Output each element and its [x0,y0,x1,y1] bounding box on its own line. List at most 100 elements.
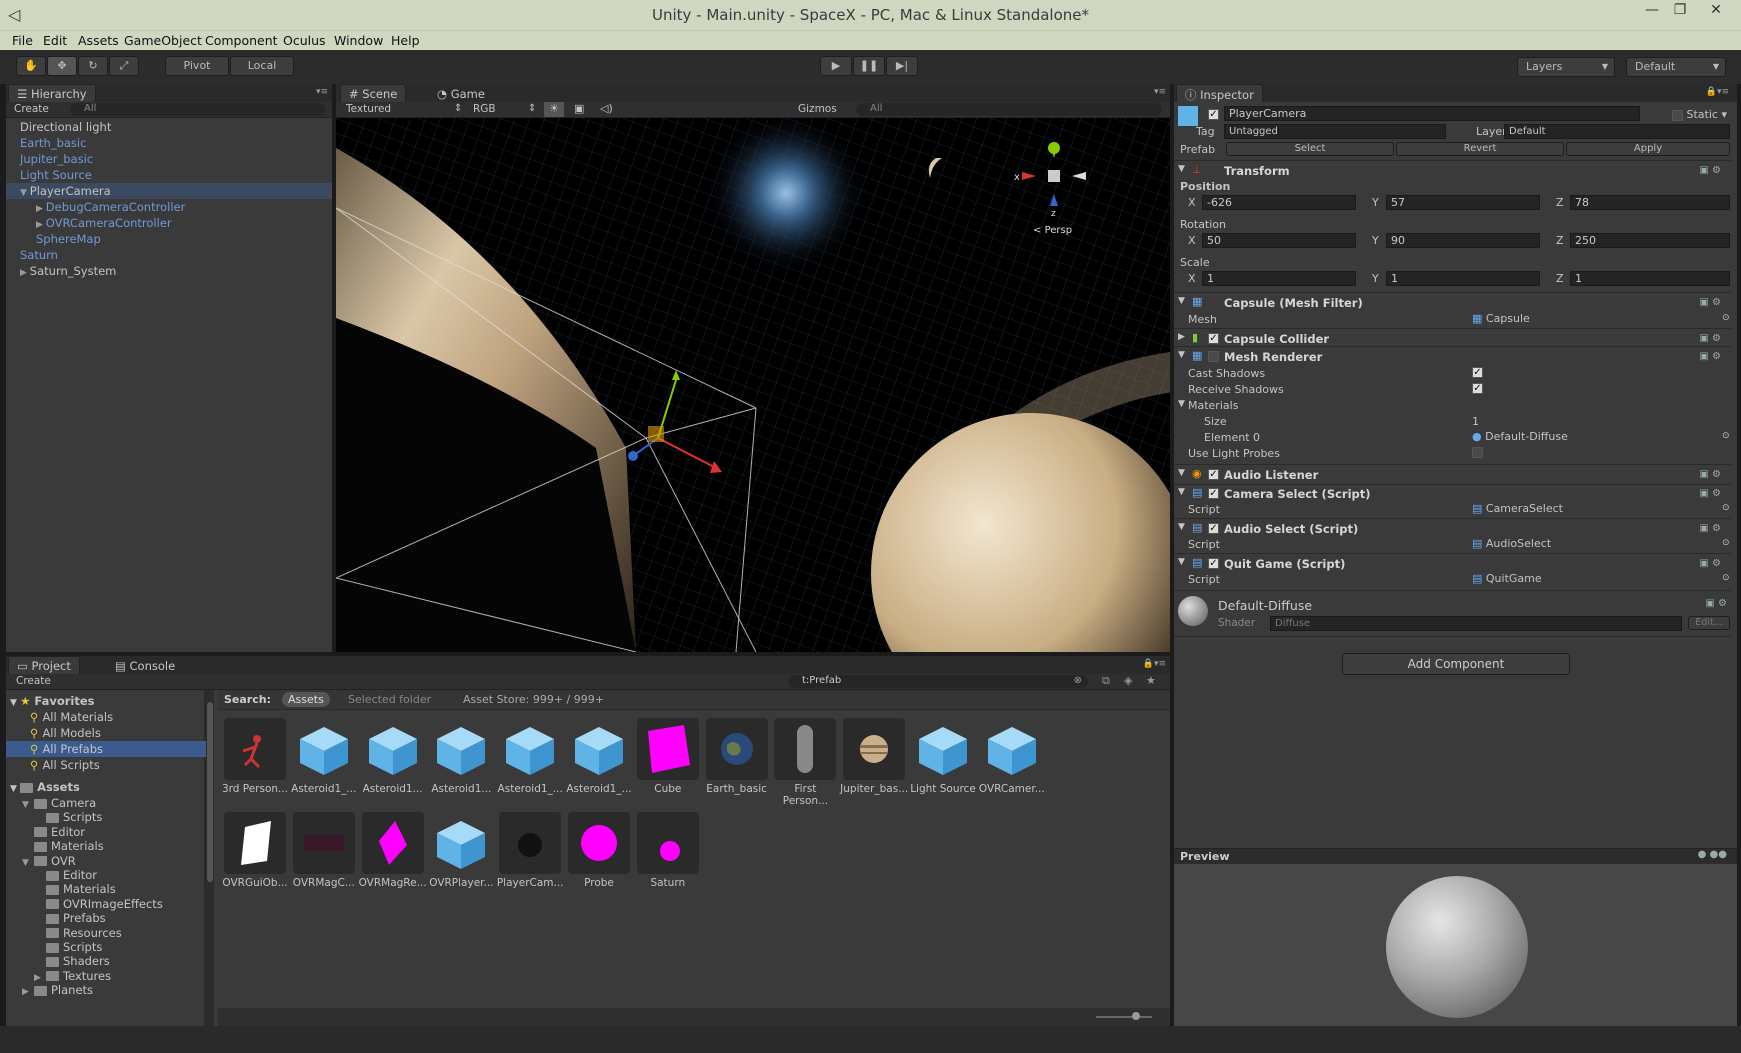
asset-item[interactable]: Asteroid1_... [495,718,565,795]
gear-icon[interactable]: ▣ ⚙ [1699,523,1721,534]
materials-expand[interactable]: ▼ [1178,399,1185,409]
shader-dropdown[interactable]: Diffuse [1270,616,1682,631]
hierarchy-item[interactable]: Jupiter_basic [20,152,93,166]
expand-arrow-icon[interactable]: ▶ [34,973,46,983]
asset-item[interactable]: Earth_basic [702,718,772,795]
project-create-dropdown[interactable]: Create [16,675,51,687]
asset-item[interactable]: First Person... [770,718,840,807]
menu-file[interactable]: File [12,33,33,48]
expand-arrow-icon[interactable]: ▼ [20,188,30,198]
folder-item[interactable]: Materials [34,882,116,896]
step-button[interactable]: ▶| [886,56,918,76]
asset-item[interactable]: Asteroid1... [358,718,428,795]
size-field[interactable]: 1 [1472,415,1479,428]
asset-item[interactable]: Probe [564,812,634,889]
object-name-field[interactable]: PlayerCamera [1224,106,1640,121]
hierarchy-item[interactable]: Saturn [20,248,58,262]
lighting-toggle[interactable]: ☀ [544,102,564,117]
asset-item[interactable]: OVRPlayer... [426,812,496,889]
menu-window[interactable]: Window [334,33,383,48]
gear-icon[interactable]: ▣ ⚙ [1699,351,1721,362]
object-picker-icon[interactable]: ⊙ [1722,431,1730,441]
hierarchy-item[interactable]: Earth_basic [20,136,86,150]
expand-arrow-icon[interactable]: ▶ [36,220,46,230]
asset-item[interactable]: Light Source [908,718,978,795]
asset-item[interactable]: Asteroid1_... [289,718,359,795]
gear-icon[interactable]: ▣ ⚙ [1699,165,1721,176]
position-y-field[interactable]: 57 [1386,195,1540,210]
image-icon[interactable]: ▣ [574,102,584,115]
favorites-header[interactable]: ▼ ★ Favorites [10,694,95,708]
mesh-filter-header[interactable]: ▼ ▦ Capsule (Mesh Filter) ▣ ⚙ [1174,294,1731,312]
object-picker-icon[interactable]: ⊙ [1722,538,1730,548]
object-picker-icon[interactable]: ⊙ [1722,503,1730,513]
move-tool-button[interactable]: ✥ [47,56,77,76]
hierarchy-item[interactable]: SphereMap [36,232,101,246]
menu-component[interactable]: Component [205,33,278,48]
scale-tool-button[interactable]: ⤢ [109,56,139,76]
hierarchy-item[interactable]: Light Source [20,168,92,182]
active-checkbox[interactable]: ✓ [1208,108,1219,120]
prefab-revert-button[interactable]: Revert [1396,142,1564,156]
rotation-x-field[interactable]: 50 [1202,233,1356,248]
transform-header[interactable]: ▼ ⊥ Transform ▣ ⚙ [1174,162,1731,180]
audio-select-script-field[interactable]: ▤ AudioSelect [1472,537,1551,550]
tree-scrollbar[interactable] [206,690,214,1026]
menu-gameobject[interactable]: GameObject [124,33,202,48]
preview-area[interactable] [1174,864,1737,1026]
folder-item[interactable]: Editor [34,868,97,882]
gear-icon[interactable]: ▣ ⚙ [1699,333,1721,344]
menu-assets[interactable]: Assets [78,33,119,48]
camera-select-script-field[interactable]: ▤ CameraSelect [1472,502,1563,515]
mesh-object-field[interactable]: ▦ Capsule [1472,312,1530,325]
hierarchy-item[interactable]: ▼ PlayerCamera [20,184,111,198]
tab-hierarchy[interactable]: ☰ Hierarchy [8,84,96,102]
tab-console[interactable]: ▤ Console [106,656,185,674]
tab-game[interactable]: ◔ Game [428,84,494,102]
static-toggle[interactable]: Static ▾ [1672,108,1727,121]
receive-shadows-checkbox[interactable]: ✓ [1472,383,1483,394]
position-x-field[interactable]: -626 [1202,195,1356,210]
prefab-apply-button[interactable]: Apply [1566,142,1730,156]
scene-search-input[interactable]: All [856,103,1162,116]
asset-item[interactable]: Saturn [633,812,703,889]
create-dropdown[interactable]: Create [14,103,49,115]
filter-type-icon[interactable]: ⧉ [1102,674,1110,688]
quit-game-checkbox[interactable]: ✓ [1208,558,1219,569]
layers-dropdown[interactable]: Layers ▼ [1517,57,1615,77]
folder-item[interactable]: OVRImageEffects [34,897,163,911]
audio-icon[interactable]: ◁) [600,102,613,115]
position-z-field[interactable]: 78 [1570,195,1730,210]
folder-item[interactable]: ▶ Textures [34,969,111,983]
folder-item[interactable]: ▼ OVR [22,854,76,868]
audio-select-header[interactable]: ▼ ▤ ✓ Audio Select (Script) ▣ ⚙ [1174,520,1731,538]
shader-edit-button[interactable]: Edit... [1688,616,1730,630]
element0-field[interactable]: ● Default-Diffuse [1472,430,1568,443]
asset-item[interactable]: Cube [633,718,703,795]
layout-dropdown[interactable]: Default ▼ [1626,57,1726,77]
mesh-renderer-checkbox[interactable] [1208,351,1219,362]
zoom-slider-handle[interactable] [1132,1012,1140,1020]
capsule-collider-checkbox[interactable]: ✓ [1208,333,1219,344]
gizmos-dropdown[interactable]: Gizmos [798,103,837,115]
folder-item[interactable]: Resources [34,926,122,940]
folder-item[interactable]: ▶ Planets [22,983,93,997]
asset-item[interactable]: Jupiter_bas... [839,718,909,795]
object-picker-icon[interactable]: ⊙ [1722,573,1730,583]
quit-game-header[interactable]: ▼ ▤ ✓ Quit Game (Script) ▣ ⚙ [1174,555,1731,573]
expand-arrow-icon[interactable]: ▶ [20,268,30,278]
panel-menu-icon[interactable]: 🔒▾≡ [1706,87,1729,97]
hierarchy-item[interactable]: ▶ Saturn_System [20,264,116,278]
tab-scene[interactable]: # Scene [340,84,407,102]
folder-item[interactable]: Prefabs [34,911,106,925]
scale-y-field[interactable]: 1 [1386,271,1540,286]
pause-button[interactable]: ❚❚ [853,56,885,76]
tag-dropdown[interactable]: Untagged [1224,124,1446,139]
asset-item[interactable]: OVRMagC... [289,812,359,889]
asset-item[interactable]: OVRGuiOb... [220,812,290,889]
gear-icon[interactable]: ▣ ⚙ [1699,469,1721,480]
asset-item[interactable]: PlayerCam... [495,812,565,889]
panel-menu-icon[interactable]: 🔒▾≡ [1143,659,1166,669]
favorite-item[interactable]: ⚲ All Models [30,726,101,740]
camera-select-checkbox[interactable]: ✓ [1208,488,1219,499]
